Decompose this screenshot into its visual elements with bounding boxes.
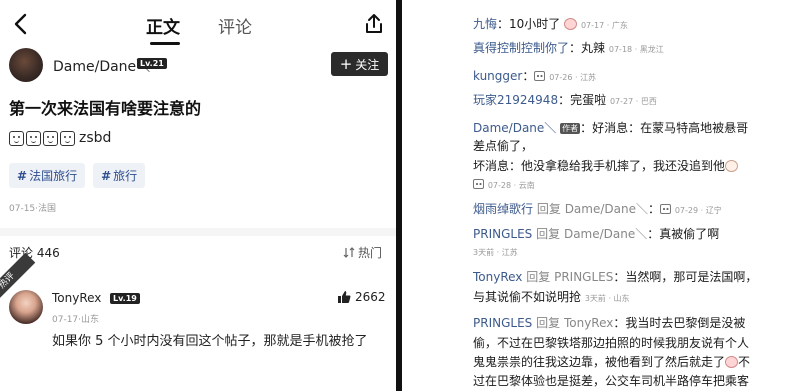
thumbs-up-icon bbox=[338, 291, 351, 303]
reply-text-line: 与其说偷不如说明抢 3天前 · 山东 bbox=[473, 290, 630, 304]
reply-text: 真被偷了啊 bbox=[659, 227, 720, 241]
list-item: 九悔：10小时了 07-17 · 广东 bbox=[473, 17, 628, 31]
post-detail-panel: 正文 评论 Dame/Dane＼ Lv.21 + 关注 第一次来法国有啥要注意的… bbox=[0, 0, 396, 391]
sort-label: 热门 bbox=[358, 246, 383, 260]
reply-meta: 07-26 · 江苏 bbox=[549, 73, 597, 82]
emoji-icon bbox=[26, 130, 41, 146]
like-button[interactable]: 2662 bbox=[337, 290, 386, 304]
reply-meta: 3天前 · 江苏 bbox=[473, 248, 518, 257]
sticker-icon bbox=[725, 160, 739, 172]
emoji-icon bbox=[60, 130, 75, 146]
reply-word: 回复 bbox=[526, 270, 551, 284]
list-item: 真得控制控制你了：丸辣 07-18 · 黑龙江 bbox=[473, 41, 664, 55]
reply-target[interactable]: Dame/Dane＼ bbox=[565, 202, 648, 216]
list-item: 玩家21924948：完蛋啦 07-27 · 巴西 bbox=[473, 93, 657, 107]
reply-text: 我当时去巴黎倒是没被 bbox=[625, 316, 746, 330]
hash-icon: # bbox=[17, 169, 28, 183]
level-badge: Lv.19 bbox=[110, 293, 140, 304]
reply-target[interactable]: TonyRex bbox=[564, 316, 613, 330]
reply-word: 回复 bbox=[536, 227, 561, 241]
reply-author[interactable]: kungger bbox=[473, 69, 522, 83]
reply-author[interactable]: Dame/Dane＼ bbox=[473, 121, 556, 135]
comment-author[interactable]: TonyRex bbox=[52, 291, 101, 305]
reply-author[interactable]: TonyRex bbox=[473, 270, 522, 284]
comments-header: 评论 446 热门 bbox=[0, 236, 396, 266]
reply-target[interactable]: Dame/Dane＼ bbox=[564, 227, 647, 241]
reply-author[interactable]: PRINGLES bbox=[473, 227, 532, 241]
comment-meta: 07-17·山东 bbox=[52, 315, 100, 325]
level-badge: Lv.21 bbox=[137, 58, 167, 69]
hash-icon: # bbox=[101, 169, 112, 183]
list-item: PRINGLES 回复 Dame/Dane＼：真被偷了啊 bbox=[473, 227, 720, 241]
comment-text: 如果你 5 个小时内没有回这个帖子，那就是手机被抢了 bbox=[52, 334, 368, 349]
reply-text-line: 过在巴黎体验也是挺差，公交车司机半路停车把乘客 bbox=[473, 374, 750, 388]
reply-text: 完蛋啦 bbox=[570, 93, 607, 107]
post-meta: 07-15·法国 bbox=[9, 204, 57, 214]
list-item: 烟雨绰歌行 回复 Dame/Dane＼： 07-29 · 辽宁 bbox=[473, 202, 722, 216]
reply-text: 丸辣 bbox=[581, 41, 606, 55]
reply-meta-row: 07-28 · 云南 bbox=[473, 177, 535, 191]
follow-label: 关注 bbox=[355, 57, 380, 72]
share-icon[interactable] bbox=[362, 12, 386, 36]
follow-button[interactable]: + 关注 bbox=[331, 52, 388, 76]
reply-meta: 07-17 · 广东 bbox=[580, 21, 628, 30]
reply-meta: 07-27 · 巴西 bbox=[609, 97, 657, 106]
emoji-icon bbox=[534, 71, 546, 81]
list-item: PRINGLES 回复 TonyRex：我当时去巴黎倒是没被 bbox=[473, 316, 746, 330]
comments-count: 评论 446 bbox=[9, 246, 60, 260]
comment-thread-panel: 九悔：10小时了 07-17 · 广东 真得控制控制你了：丸辣 07-18 · … bbox=[402, 0, 800, 391]
like-count: 2662 bbox=[355, 290, 386, 304]
list-item: TonyRex 回复 PRINGLES：当然啊，那可是法国啊， bbox=[473, 270, 758, 284]
plus-icon: + bbox=[339, 54, 353, 73]
section-separator bbox=[0, 228, 396, 236]
back-arrow-icon[interactable] bbox=[10, 10, 34, 38]
post-body-text: zsbd bbox=[79, 130, 112, 146]
top-nav-bar: 正文 评论 bbox=[0, 0, 396, 48]
tag-travel[interactable]: # 旅行 bbox=[93, 163, 146, 188]
reply-meta: 07-29 · 辽宁 bbox=[674, 206, 722, 215]
list-item: kungger： 07-26 · 江苏 bbox=[473, 69, 597, 83]
avatar[interactable] bbox=[9, 48, 43, 82]
tab-comments[interactable]: 评论 bbox=[218, 13, 252, 38]
reply-text-line: 差点偷了， bbox=[473, 139, 534, 153]
avatar[interactable] bbox=[9, 290, 43, 324]
reply-text-line: 偷，不过在巴黎铁塔那边拍照的时候我朋友说有个人 bbox=[473, 336, 750, 350]
post-body: zsbd bbox=[9, 130, 111, 146]
reply-meta-row: 3天前 · 江苏 bbox=[473, 244, 518, 258]
reply-meta: 07-28 · 云南 bbox=[487, 181, 535, 190]
post-title: 第一次来法国有啥要注意的 bbox=[9, 99, 202, 118]
reply-author[interactable]: 烟雨绰歌行 bbox=[473, 202, 533, 216]
author-badge: 作者 bbox=[560, 123, 581, 134]
sort-icon bbox=[343, 247, 355, 258]
reply-text: 当然啊，那可是法国啊， bbox=[625, 270, 758, 284]
sticker-icon bbox=[564, 18, 578, 30]
emoji-icon bbox=[660, 204, 671, 214]
tag-france-travel[interactable]: # 法国旅行 bbox=[9, 163, 86, 188]
reply-author[interactable]: 真得控制控制你了 bbox=[473, 41, 569, 55]
reply-word: 回复 bbox=[536, 202, 561, 216]
author-name[interactable]: Dame/Dane＼ bbox=[53, 56, 150, 76]
list-item: Dame/Dane＼ 作者 ：好消息：在蒙马特高地被悬哥 bbox=[473, 121, 749, 135]
reply-author[interactable]: PRINGLES bbox=[473, 316, 532, 330]
reply-meta: 07-18 · 黑龙江 bbox=[608, 45, 664, 54]
sort-hot-button[interactable]: 热门 bbox=[343, 244, 382, 261]
post-author-row: Dame/Dane＼ Lv.21 + 关注 bbox=[0, 48, 396, 84]
sticker-icon bbox=[725, 356, 739, 368]
reply-author[interactable]: 玩家21924948 bbox=[473, 93, 558, 107]
emoji-icon bbox=[9, 130, 24, 146]
topic-tags: # 法国旅行 # 旅行 bbox=[9, 163, 146, 188]
reply-text: 10小时了 bbox=[509, 17, 561, 31]
reply-word: 回复 bbox=[536, 316, 561, 330]
reply-text-line: 鬼鬼祟祟的往我这边靠，被他看到了然后就走了不 bbox=[473, 355, 751, 369]
emoji-icon bbox=[473, 179, 484, 189]
tab-main-text[interactable]: 正文 bbox=[146, 13, 180, 38]
reply-text: 好消息：在蒙马特高地被悬哥 bbox=[592, 121, 749, 135]
reply-text-line: 坏消息：他没拿稳给我手机摔了，我还没追到他 bbox=[473, 157, 739, 174]
emoji-icon bbox=[43, 130, 58, 146]
reply-author[interactable]: 九悔 bbox=[473, 17, 497, 31]
reply-target[interactable]: PRINGLES bbox=[554, 270, 613, 284]
active-tab-indicator bbox=[150, 42, 180, 45]
reply-meta: 3天前 · 山东 bbox=[584, 294, 630, 303]
